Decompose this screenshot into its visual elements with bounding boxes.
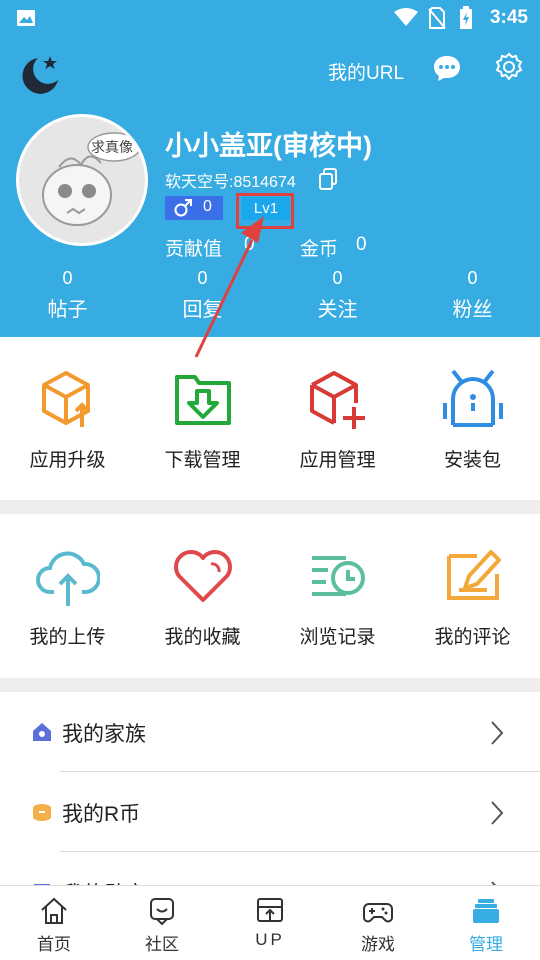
tab-community[interactable]: 社区 [108, 886, 216, 960]
stat-replies-value: 0 [197, 268, 208, 288]
my-comments-label: 我的评论 [434, 627, 511, 648]
annotation-highlight-box [236, 193, 294, 229]
app-tools-section: 应用升级 下载管理 应用管理 安装包 [0, 337, 540, 500]
stat-posts-label: 帖子 [47, 299, 88, 321]
app-upgrade-button[interactable]: 应用升级 [0, 337, 135, 500]
stat-posts[interactable]: 0 帖子 [0, 268, 135, 322]
stat-following[interactable]: 0 关注 [270, 268, 405, 322]
stat-following-value: 0 [332, 268, 343, 288]
install-package-button[interactable]: 安装包 [405, 337, 540, 500]
tab-up-label: UP [255, 930, 285, 949]
my-favorites-label: 我的收藏 [164, 627, 241, 648]
bottom-tab-bar: 首页 社区 UP 游戏 管理 [0, 885, 540, 960]
contribution-value: 0 [244, 234, 255, 255]
contribution-label: 贡献值 [165, 239, 223, 260]
list-item-my-family[interactable]: 我的家族 [0, 692, 540, 772]
download-manage-label: 下载管理 [164, 450, 241, 471]
tab-community-label: 社区 [145, 935, 179, 954]
stat-following-label: 关注 [317, 299, 358, 321]
family-icon [33, 723, 51, 741]
my-comments-button[interactable]: 我的评论 [405, 514, 540, 678]
browse-history-label: 浏览记录 [299, 627, 376, 648]
stat-fans-label: 粉丝 [452, 299, 493, 321]
up-icon [257, 898, 283, 922]
section-divider [0, 678, 540, 692]
manage-icon [473, 899, 499, 923]
stat-replies-label: 回复 [182, 299, 223, 321]
install-package-label: 安装包 [443, 450, 501, 471]
night-mode-icon[interactable] [16, 52, 64, 100]
status-bar: 3:45 [0, 0, 540, 36]
male-icon [174, 199, 192, 217]
android-icon [443, 369, 503, 427]
avatar-caption: 求真像 [91, 139, 133, 155]
username: 小小盖亚(审核中) [165, 131, 372, 161]
browse-history-button[interactable]: 浏览记录 [270, 514, 405, 678]
app-upgrade-label: 应用升级 [29, 450, 106, 471]
coins-label: 金币 [300, 239, 339, 260]
chevron-right-icon [491, 801, 504, 825]
coins-value: 0 [356, 234, 367, 255]
download-icon [175, 375, 231, 425]
message-icon[interactable] [432, 54, 462, 82]
home-icon [41, 897, 67, 924]
battery-icon [460, 6, 472, 29]
gender-badge: 0 [165, 196, 223, 220]
heart-icon [174, 550, 232, 602]
stat-replies[interactable]: 0 回复 [135, 268, 270, 322]
image-notification-icon [17, 10, 35, 26]
cloud-upload-icon [36, 551, 100, 606]
tab-games-label: 游戏 [361, 935, 395, 954]
stat-fans-value: 0 [467, 268, 478, 288]
tab-home[interactable]: 首页 [0, 886, 108, 960]
my-uploads-button[interactable]: 我的上传 [0, 514, 135, 678]
tab-manage-label: 管理 [469, 935, 503, 954]
list-item-label: 我的R币 [62, 803, 141, 826]
my-url-link[interactable]: 我的URL [328, 58, 404, 85]
gamepad-icon [363, 903, 393, 923]
gender-count: 0 [203, 198, 212, 215]
user-content-section: 我的上传 我的收藏 浏览记录 我的评论 [0, 514, 540, 678]
list-item-label: 我的家族 [62, 723, 146, 746]
community-icon [150, 898, 174, 926]
wifi-icon [394, 8, 418, 26]
section-divider [0, 500, 540, 514]
upgrade-icon [42, 371, 90, 427]
profile-header: 我的URL 求真像 小小盖亚(审核中) 软天空号:8514674 0 Lv1 贡… [0, 36, 540, 337]
chevron-right-icon [491, 721, 504, 745]
tab-manage[interactable]: 管理 [432, 886, 540, 960]
user-id: 软天空号:8514674 [165, 174, 296, 191]
stat-fans[interactable]: 0 粉丝 [405, 268, 540, 322]
tab-games[interactable]: 游戏 [324, 886, 432, 960]
download-manage-button[interactable]: 下载管理 [135, 337, 270, 500]
app-manage-icon [310, 371, 365, 429]
app-manage-label: 应用管理 [299, 450, 376, 471]
tab-home-label: 首页 [37, 935, 71, 954]
my-uploads-label: 我的上传 [29, 627, 106, 648]
my-favorites-button[interactable]: 我的收藏 [135, 514, 270, 678]
clock: 3:45 [489, 7, 528, 28]
no-sim-icon [428, 7, 446, 29]
tab-up[interactable]: UP [216, 886, 324, 960]
app-manage-button[interactable]: 应用管理 [270, 337, 405, 500]
avatar-cartoon-image [42, 132, 141, 226]
list-item-my-r-coin[interactable]: 我的R币 [0, 772, 540, 852]
settings-icon[interactable] [494, 52, 524, 82]
comment-edit-icon [447, 550, 501, 600]
avatar[interactable]: 求真像 [16, 114, 148, 246]
coin-icon [33, 804, 51, 821]
copy-icon[interactable] [318, 168, 338, 190]
stat-posts-value: 0 [62, 268, 73, 288]
history-icon [312, 556, 365, 596]
